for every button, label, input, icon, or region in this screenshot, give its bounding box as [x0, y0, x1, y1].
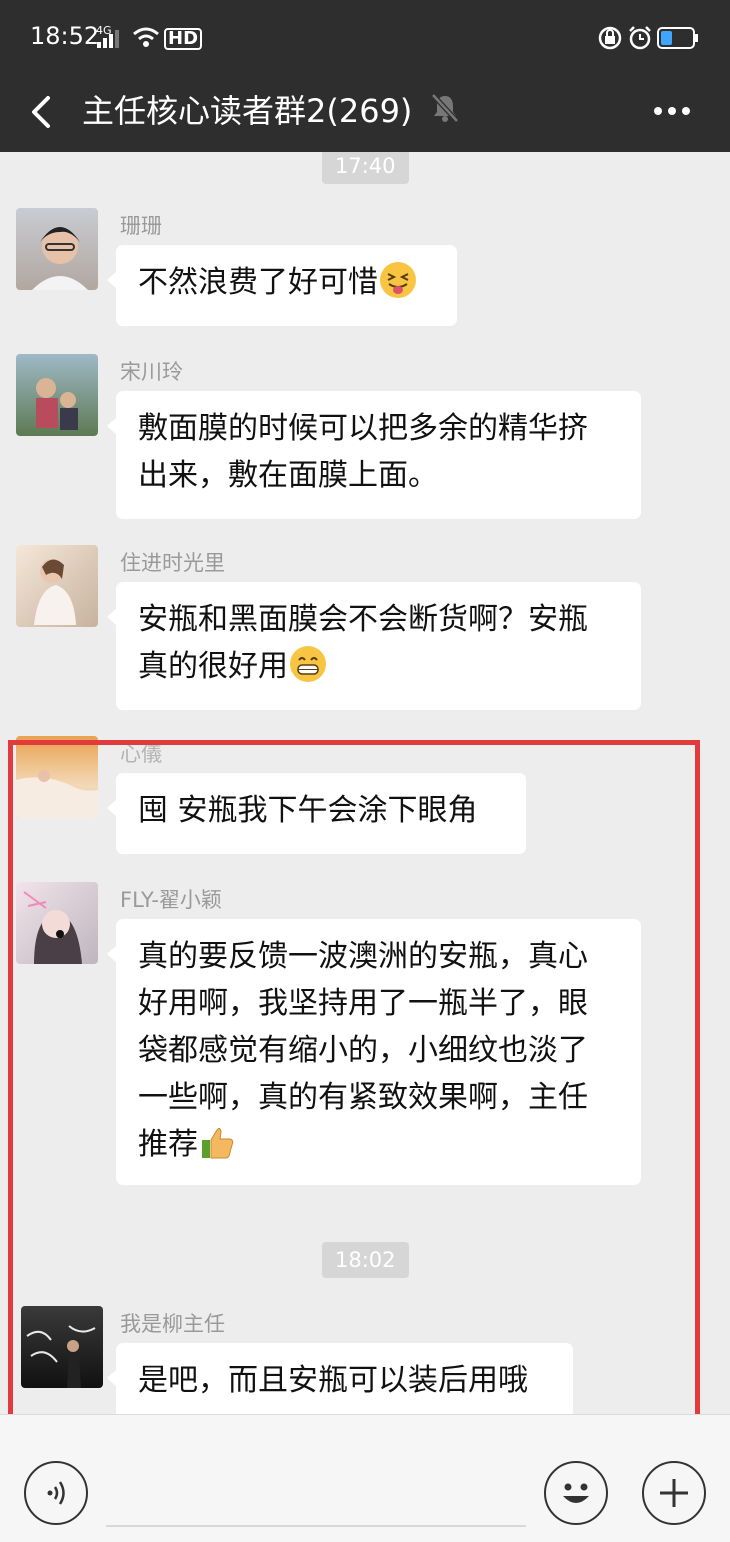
input-bar — [0, 1414, 730, 1542]
message-bubble[interactable]: 是吧，而且安瓶可以装后用哦 — [107, 1343, 573, 1414]
message-bubble[interactable]: 安瓶和黑面膜会不会断货啊？安瓶 真的很好用 — [107, 582, 641, 710]
chat-area[interactable]: 17:40 珊珊 不然浪费了好可惜 宋川玲 敷面膜的时候可以把多余的精华挤 出来… — [0, 152, 730, 1414]
message-text-line: 出来，敷在面膜上面。 — [138, 458, 438, 493]
message-text-line: 推荐 — [138, 1127, 198, 1162]
sender-name: 宋川玲 — [120, 360, 183, 384]
grinning-emoji-icon — [290, 646, 326, 682]
avatar[interactable] — [16, 882, 98, 964]
message-text: 囤 安瓶我下午会涂下眼角 — [138, 793, 478, 828]
timestamp: 17:40 — [322, 152, 409, 184]
sender-name: 心儀 — [120, 742, 162, 766]
message-item: 珊珊 不然浪费了好可惜 — [16, 208, 716, 328]
squinting-tongue-emoji-icon — [380, 262, 416, 298]
message-bubble[interactable]: 真的要反馈一波澳洲的安瓶，真心 好用啊，我坚持用了一瓶半了，眼 袋都感觉有缩小的… — [107, 919, 641, 1185]
back-arrow-icon[interactable] — [22, 90, 66, 134]
plus-icon — [660, 1479, 688, 1507]
signal-icon — [97, 30, 119, 48]
more-functions-button[interactable] — [642, 1461, 706, 1525]
emoji-button[interactable] — [544, 1461, 608, 1525]
message-item: FLY-翟小颖 真的要反馈一波澳洲的安瓶，真心 好用啊，我坚持用了一瓶半了，眼 … — [16, 882, 716, 1192]
message-text-line: 一些啊，真的有紧致效果啊，主任 — [138, 1080, 588, 1115]
message-item: 心儀 囤 安瓶我下午会涂下眼角 — [16, 736, 716, 866]
voice-input-button[interactable] — [24, 1461, 88, 1525]
alarm-icon — [629, 26, 651, 50]
message-text-line: 好用啊，我坚持用了一瓶半了，眼 — [138, 986, 588, 1021]
status-time: 18:52 — [30, 22, 100, 50]
battery-icon — [657, 27, 698, 49]
message-input[interactable] — [106, 1525, 526, 1527]
message-item: 我是柳主任 是吧，而且安瓶可以装后用哦 — [16, 1306, 716, 1414]
thumbs-up-emoji-icon — [200, 1124, 236, 1160]
group-title: 主任核心读者群2(269) — [82, 92, 413, 130]
sender-name: 我是柳主任 — [120, 1312, 225, 1336]
timestamp: 18:02 — [322, 1242, 409, 1278]
voice-icon — [47, 1481, 65, 1505]
sender-name: 珊珊 — [120, 214, 162, 238]
chat-header: 主任核心读者群2(269) — [0, 74, 730, 152]
avatar[interactable] — [16, 208, 98, 290]
wifi-icon — [133, 27, 159, 47]
message-text-line: 袋都感觉有缩小的，小细纹也淡了 — [138, 1033, 588, 1068]
rotation-lock-icon — [598, 26, 622, 50]
avatar[interactable] — [16, 545, 98, 627]
hd-badge: HD — [164, 28, 203, 50]
message-bubble[interactable]: 不然浪费了好可惜 — [107, 245, 457, 326]
avatar[interactable] — [16, 354, 98, 436]
sender-name: FLY-翟小颖 — [120, 888, 222, 912]
message-bubble[interactable]: 囤 安瓶我下午会涂下眼角 — [107, 773, 526, 854]
sender-name: 住进时光里 — [120, 551, 225, 575]
more-options-icon[interactable] — [650, 96, 694, 126]
smiley-icon — [563, 1483, 589, 1503]
message-item: 宋川玲 敷面膜的时候可以把多余的精华挤 出来，敷在面膜上面。 — [16, 354, 716, 524]
message-text-line: 真的要反馈一波澳洲的安瓶，真心 — [138, 939, 588, 974]
status-bar: 18:52 4G HD — [0, 0, 730, 74]
message-text-line: 真的很好用 — [138, 649, 288, 684]
avatar[interactable] — [16, 736, 98, 818]
message-item: 住进时光里 安瓶和黑面膜会不会断货啊？安瓶 真的很好用 — [16, 545, 716, 715]
message-text: 不然浪费了好可惜 — [138, 265, 378, 300]
avatar[interactable] — [21, 1306, 103, 1388]
message-bubble[interactable]: 敷面膜的时候可以把多余的精华挤 出来，敷在面膜上面。 — [107, 391, 641, 519]
message-text: 是吧，而且安瓶可以装后用哦 — [138, 1363, 528, 1398]
message-text-line: 敷面膜的时候可以把多余的精华挤 — [138, 411, 588, 446]
message-text-line: 安瓶和黑面膜会不会断货啊？安瓶 — [138, 602, 588, 637]
mute-bell-icon — [431, 93, 459, 123]
